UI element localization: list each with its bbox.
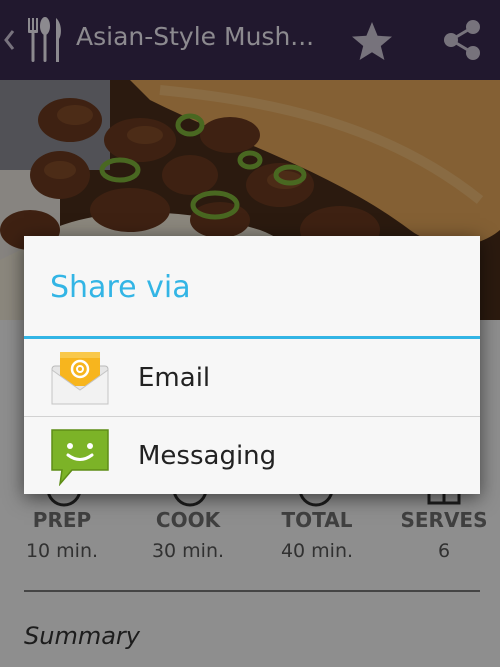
share-option-email[interactable]: Email	[24, 339, 480, 416]
share-option-label: Email	[138, 363, 211, 393]
dialog-title: Share via	[50, 270, 191, 305]
email-icon	[51, 352, 109, 405]
messaging-icon	[51, 429, 109, 486]
share-dialog: Share via Email Messaging	[24, 236, 480, 494]
share-option-label: Messaging	[138, 441, 277, 471]
share-option-messaging[interactable]: Messaging	[24, 417, 480, 494]
